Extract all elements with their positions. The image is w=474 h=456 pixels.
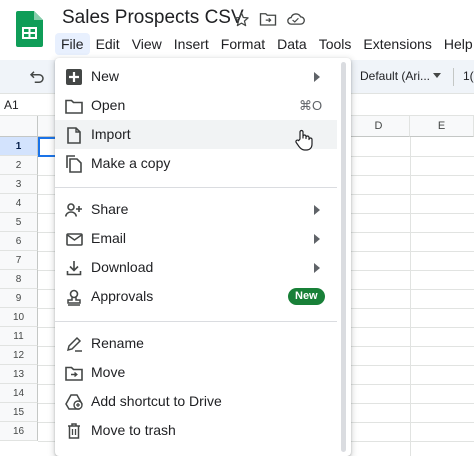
menu-item-rename[interactable]: Rename	[55, 329, 337, 358]
menu-scrollbar[interactable]	[341, 62, 346, 452]
move-folder-icon[interactable]	[258, 9, 278, 29]
menu-item-label: Download	[91, 259, 154, 275]
font-family-select[interactable]: Default (Ari...	[360, 69, 430, 83]
row-header-16[interactable]: 16	[0, 422, 38, 441]
menu-item-share[interactable]: Share	[55, 195, 337, 224]
menu-item-make-a-copy[interactable]: Make a copy	[55, 149, 337, 178]
row-header-5[interactable]: 5	[0, 213, 38, 232]
menu-item-add-shortcut-to-drive[interactable]: Add shortcut to Drive	[55, 387, 337, 416]
menu-file[interactable]: File	[55, 33, 90, 55]
star-icon[interactable]	[231, 9, 251, 29]
row-header-13[interactable]: 13	[0, 365, 38, 384]
drive-shortcut-icon	[65, 393, 83, 411]
row-header-11[interactable]: 11	[0, 327, 38, 346]
menu-item-label: Share	[91, 201, 129, 217]
menu-view[interactable]: View	[126, 33, 168, 55]
rename-pencil-icon	[65, 335, 83, 353]
menu-item-label: Rename	[91, 335, 144, 351]
menu-format[interactable]: Format	[215, 33, 271, 55]
menu-item-label: Move	[91, 364, 126, 380]
menu-item-label: New	[91, 68, 120, 84]
google-sheets-logo[interactable]	[16, 11, 43, 47]
menubar: File Edit View Insert Format Data Tools …	[55, 33, 474, 55]
import-file-icon	[65, 126, 83, 144]
menu-edit[interactable]: Edit	[90, 33, 126, 55]
row-header-6[interactable]: 6	[0, 232, 38, 251]
menu-item-move[interactable]: Move	[55, 358, 337, 387]
approvals-icon	[65, 288, 83, 306]
menu-item-label: Email	[91, 230, 127, 246]
row-header-12[interactable]: 12	[0, 346, 38, 365]
copy-icon	[65, 155, 83, 173]
menu-item-label: Move to trash	[91, 422, 176, 438]
row-header-3[interactable]: 3	[0, 175, 38, 194]
folder-open-icon	[65, 97, 83, 115]
submenu-arrow-icon	[314, 234, 320, 244]
menu-insert[interactable]: Insert	[168, 33, 215, 55]
row-header-1[interactable]: 1	[0, 137, 38, 156]
menu-item-move-to-trash[interactable]: Move to trash	[55, 416, 337, 445]
share-person-icon	[65, 201, 83, 219]
menu-item-label: Approvals	[91, 288, 154, 304]
menu-separator	[55, 321, 337, 322]
row-header-10[interactable]: 10	[0, 308, 38, 327]
new-sheet-icon	[65, 68, 83, 86]
undo-icon[interactable]	[28, 68, 46, 86]
cloud-status-icon[interactable]	[285, 9, 305, 29]
document-title[interactable]: Sales Prospects CSV	[62, 7, 244, 29]
row-header-7[interactable]: 7	[0, 251, 38, 270]
row-header-8[interactable]: 8	[0, 270, 38, 289]
menu-item-email[interactable]: Email	[55, 224, 337, 253]
row-header-2[interactable]: 2	[0, 156, 38, 175]
app-header: Sales Prospects CSV File Edit View Inser…	[0, 0, 474, 60]
name-box[interactable]: A1	[4, 98, 19, 112]
menu-item-label: Import	[91, 126, 131, 142]
column-header-e[interactable]: E	[410, 116, 474, 137]
submenu-arrow-icon	[314, 72, 320, 82]
column-header-d[interactable]: D	[348, 116, 410, 137]
keyboard-shortcut: ⌘O	[299, 98, 323, 113]
new-badge: New	[288, 288, 325, 305]
row-header-4[interactable]: 4	[0, 194, 38, 213]
font-size-field[interactable]: 1(	[463, 69, 474, 83]
trash-icon	[65, 422, 83, 440]
hand-pointer-cursor-icon	[295, 129, 313, 151]
submenu-arrow-icon	[314, 205, 320, 215]
menu-item-label: Add shortcut to Drive	[91, 393, 222, 409]
grid-line	[410, 137, 411, 456]
menu-item-new[interactable]: New	[55, 62, 337, 91]
row-header-15[interactable]: 15	[0, 403, 38, 422]
chevron-down-icon[interactable]	[433, 73, 441, 79]
menu-extensions[interactable]: Extensions	[357, 33, 437, 55]
menu-item-open[interactable]: Open ⌘O	[55, 91, 337, 120]
move-folder-icon	[65, 364, 83, 382]
menu-tools[interactable]: Tools	[313, 33, 358, 55]
menu-item-label: Open	[91, 97, 126, 113]
menu-separator	[55, 187, 337, 188]
row-header-14[interactable]: 14	[0, 384, 38, 403]
menu-item-download[interactable]: Download	[55, 253, 337, 282]
toolbar-divider	[453, 68, 454, 86]
select-all-corner[interactable]	[0, 116, 38, 137]
download-icon	[65, 259, 83, 277]
email-icon	[65, 230, 83, 248]
file-menu-dropdown: New Open ⌘O Import Make a copy Share Ema…	[55, 58, 351, 456]
menu-data[interactable]: Data	[271, 33, 313, 55]
menu-item-approvals[interactable]: Approvals New	[55, 282, 337, 311]
menu-help[interactable]: Help	[438, 33, 474, 55]
submenu-arrow-icon	[314, 263, 320, 273]
row-header-9[interactable]: 9	[0, 289, 38, 308]
menu-item-label: Make a copy	[91, 155, 171, 171]
